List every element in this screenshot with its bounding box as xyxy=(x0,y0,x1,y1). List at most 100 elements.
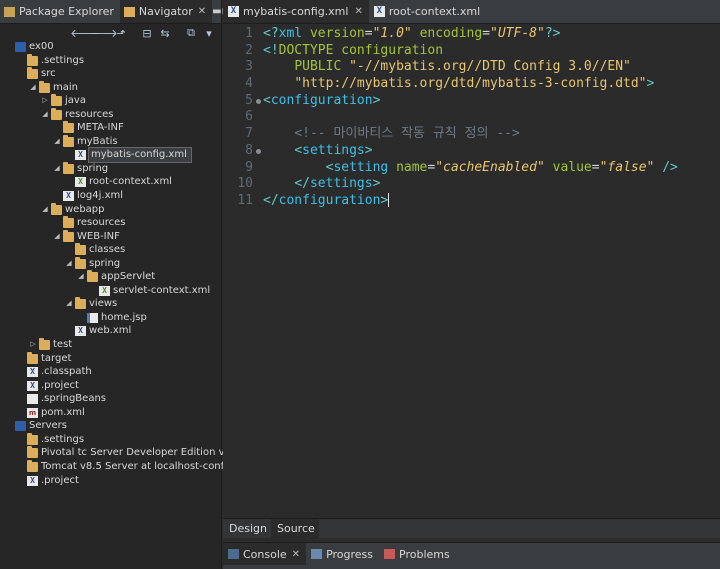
expand-open-icon[interactable]: ◢ xyxy=(64,297,74,311)
tree-item[interactable]: X .project xyxy=(0,474,221,488)
tree-item[interactable]: ◢ spring xyxy=(0,161,221,176)
code-line[interactable]: </settings> xyxy=(263,176,720,193)
expand-open-icon[interactable]: ◢ xyxy=(64,257,74,271)
expand-open-icon[interactable]: ◢ xyxy=(40,108,50,122)
code-token: > xyxy=(380,192,389,208)
code-token: "false" xyxy=(599,159,655,175)
tab-problems[interactable]: Problems xyxy=(379,543,456,565)
tree-item[interactable]: ◢ appServlet xyxy=(0,270,221,284)
tree-item[interactable]: classes xyxy=(0,243,221,257)
code-line[interactable]: <!DOCTYPE configuration xyxy=(263,43,720,60)
close-icon[interactable]: ✕ xyxy=(198,6,206,17)
view-menu-chevron-down-icon[interactable]: ▾ xyxy=(201,26,217,40)
close-icon[interactable]: ✕ xyxy=(354,6,362,17)
expand-open-icon[interactable]: ◢ xyxy=(28,81,38,95)
code-token: > xyxy=(364,142,373,158)
close-icon[interactable]: ✕ xyxy=(292,549,300,560)
tree-item[interactable]: Xservlet-context.xml xyxy=(0,284,221,298)
tab-progress[interactable]: Progress xyxy=(306,543,379,565)
code-line[interactable]: "http://mybatis.org/dtd/mybatis-3-config… xyxy=(263,76,720,93)
tree-item[interactable]: home.jsp xyxy=(0,311,221,325)
tree-item[interactable]: target xyxy=(0,351,221,366)
expand-open-icon[interactable]: ◢ xyxy=(76,270,86,284)
tree-item-label: webapp xyxy=(65,203,105,215)
txt-icon xyxy=(27,394,38,405)
tree-item[interactable]: ◢ myBatis xyxy=(0,134,221,149)
tree-item[interactable]: resources xyxy=(0,216,221,230)
jsp-icon xyxy=(87,312,98,323)
tab-source[interactable]: Source xyxy=(270,518,319,539)
folder-icon xyxy=(27,459,38,472)
expand-closed-icon[interactable]: ▷ xyxy=(40,94,50,108)
tree-item[interactable]: META-INF xyxy=(0,121,221,135)
tree-item[interactable]: Xweb.xml xyxy=(0,324,221,338)
tab-mybatis-config[interactable]: X mybatis-config.xml ✕ xyxy=(223,0,369,23)
code-line[interactable]: PUBLIC "-//mybatis.org//DTD Config 3.0//… xyxy=(263,59,720,76)
tree-item-label: test xyxy=(53,339,73,351)
tab-console[interactable]: Console ✕ xyxy=(223,543,307,565)
xml-icon: X xyxy=(75,326,86,337)
tree-item-label: myBatis xyxy=(77,135,118,147)
tree-item[interactable]: ▷ test xyxy=(0,338,221,352)
tree-item[interactable]: src xyxy=(0,67,221,81)
tree-item[interactable]: Xmybatis-config.xml xyxy=(0,147,221,163)
tree-item[interactable]: ex00 xyxy=(0,40,221,54)
expand-open-icon[interactable]: ◢ xyxy=(52,135,62,149)
tree-item[interactable]: X .classpath xyxy=(0,365,221,379)
filter-icon[interactable]: ⧉ xyxy=(183,26,199,40)
code-line[interactable] xyxy=(263,109,720,126)
tree-item[interactable]: ◢ resources xyxy=(0,107,221,122)
tab-problems-label: Problems xyxy=(399,547,450,561)
fold-marker-icon[interactable] xyxy=(256,98,261,104)
link-with-editor-icon[interactable]: ⇆ xyxy=(157,26,173,40)
xml-file-icon: X xyxy=(373,6,385,17)
code-line[interactable]: <?xml version="1.0" encoding="UTF-8"?> xyxy=(263,26,720,43)
code-line[interactable]: <settings> xyxy=(263,143,720,160)
tree-item-label: resources xyxy=(65,108,114,120)
tree-item[interactable]: Tomcat v8.5 Server at localhost-config xyxy=(0,459,233,474)
tree-item[interactable]: ◢ views xyxy=(0,297,221,311)
tab-root-context[interactable]: X root-context.xml xyxy=(369,0,486,23)
expand-open-icon[interactable]: ◢ xyxy=(52,162,62,176)
tree-item-label: views xyxy=(89,298,118,310)
tree-item[interactable]: Servers xyxy=(0,419,221,433)
tree-item[interactable]: ◢ WEB-INF xyxy=(0,229,221,244)
code-token: > xyxy=(372,92,381,108)
tree-item[interactable]: ◢ spring xyxy=(0,256,221,271)
tree-item[interactable]: Xroot-context.xml xyxy=(0,175,221,189)
code-line[interactable]: </configuration> xyxy=(263,193,720,210)
expand-open-icon[interactable]: ◢ xyxy=(52,230,62,244)
tree-item[interactable]: .springBeans xyxy=(0,392,221,406)
minimize-icon[interactable]: ▬ xyxy=(212,0,221,23)
code-token: > xyxy=(372,176,381,192)
code-line[interactable]: <configuration> xyxy=(263,93,720,110)
expand-closed-icon[interactable]: ▷ xyxy=(28,338,38,352)
code-editor[interactable]: 1 2 3 4 5 6 7 8 9 10 11 <?xml version="1.0" encodi… xyxy=(223,26,720,518)
xml-file-icon: X xyxy=(228,6,239,17)
line-number: 11 xyxy=(237,192,253,208)
tree-item[interactable]: ▷ java xyxy=(0,94,221,108)
tree-item-label: .settings xyxy=(41,433,85,445)
fold-marker-icon[interactable] xyxy=(256,148,261,154)
tab-package-explorer[interactable]: Package Explorer xyxy=(0,0,120,23)
tree-item-label: web.xml xyxy=(89,325,132,337)
tree-item[interactable]: .settings xyxy=(0,432,221,447)
code-line[interactable]: <setting name="cacheEnabled" value="fals… xyxy=(263,160,720,177)
code-token: xml xyxy=(278,26,310,41)
tree-item[interactable]: m pom.xml xyxy=(0,406,221,420)
tree-item[interactable]: X .project xyxy=(0,379,221,393)
code-line[interactable]: <!-- 마이바티스 작동 규칙 정의 --> xyxy=(263,126,720,143)
spring-xml-icon: X xyxy=(99,285,110,296)
code-lines[interactable]: <?xml version="1.0" encoding="UTF-8"?> <!… xyxy=(263,26,720,210)
tree-item[interactable]: ◢ main xyxy=(0,80,221,95)
expand-open-icon[interactable]: ◢ xyxy=(40,203,50,217)
tab-design[interactable]: Design xyxy=(223,519,271,539)
tree-item[interactable]: ◢ webapp xyxy=(0,202,221,217)
tree-item[interactable]: .settings xyxy=(0,53,221,68)
tree-item[interactable]: Pivotal tc Server Developer Edition v4.0… xyxy=(0,446,275,460)
up-folder-icon[interactable]: ⬏ xyxy=(113,26,129,40)
forward-arrow-icon[interactable]: 🡒 xyxy=(88,26,118,40)
tab-navigator[interactable]: Navigator ✕ xyxy=(119,0,213,23)
collapse-all-icon[interactable]: ⊟ xyxy=(139,26,155,40)
tree-item[interactable]: Xlog4j.xml xyxy=(0,189,221,203)
